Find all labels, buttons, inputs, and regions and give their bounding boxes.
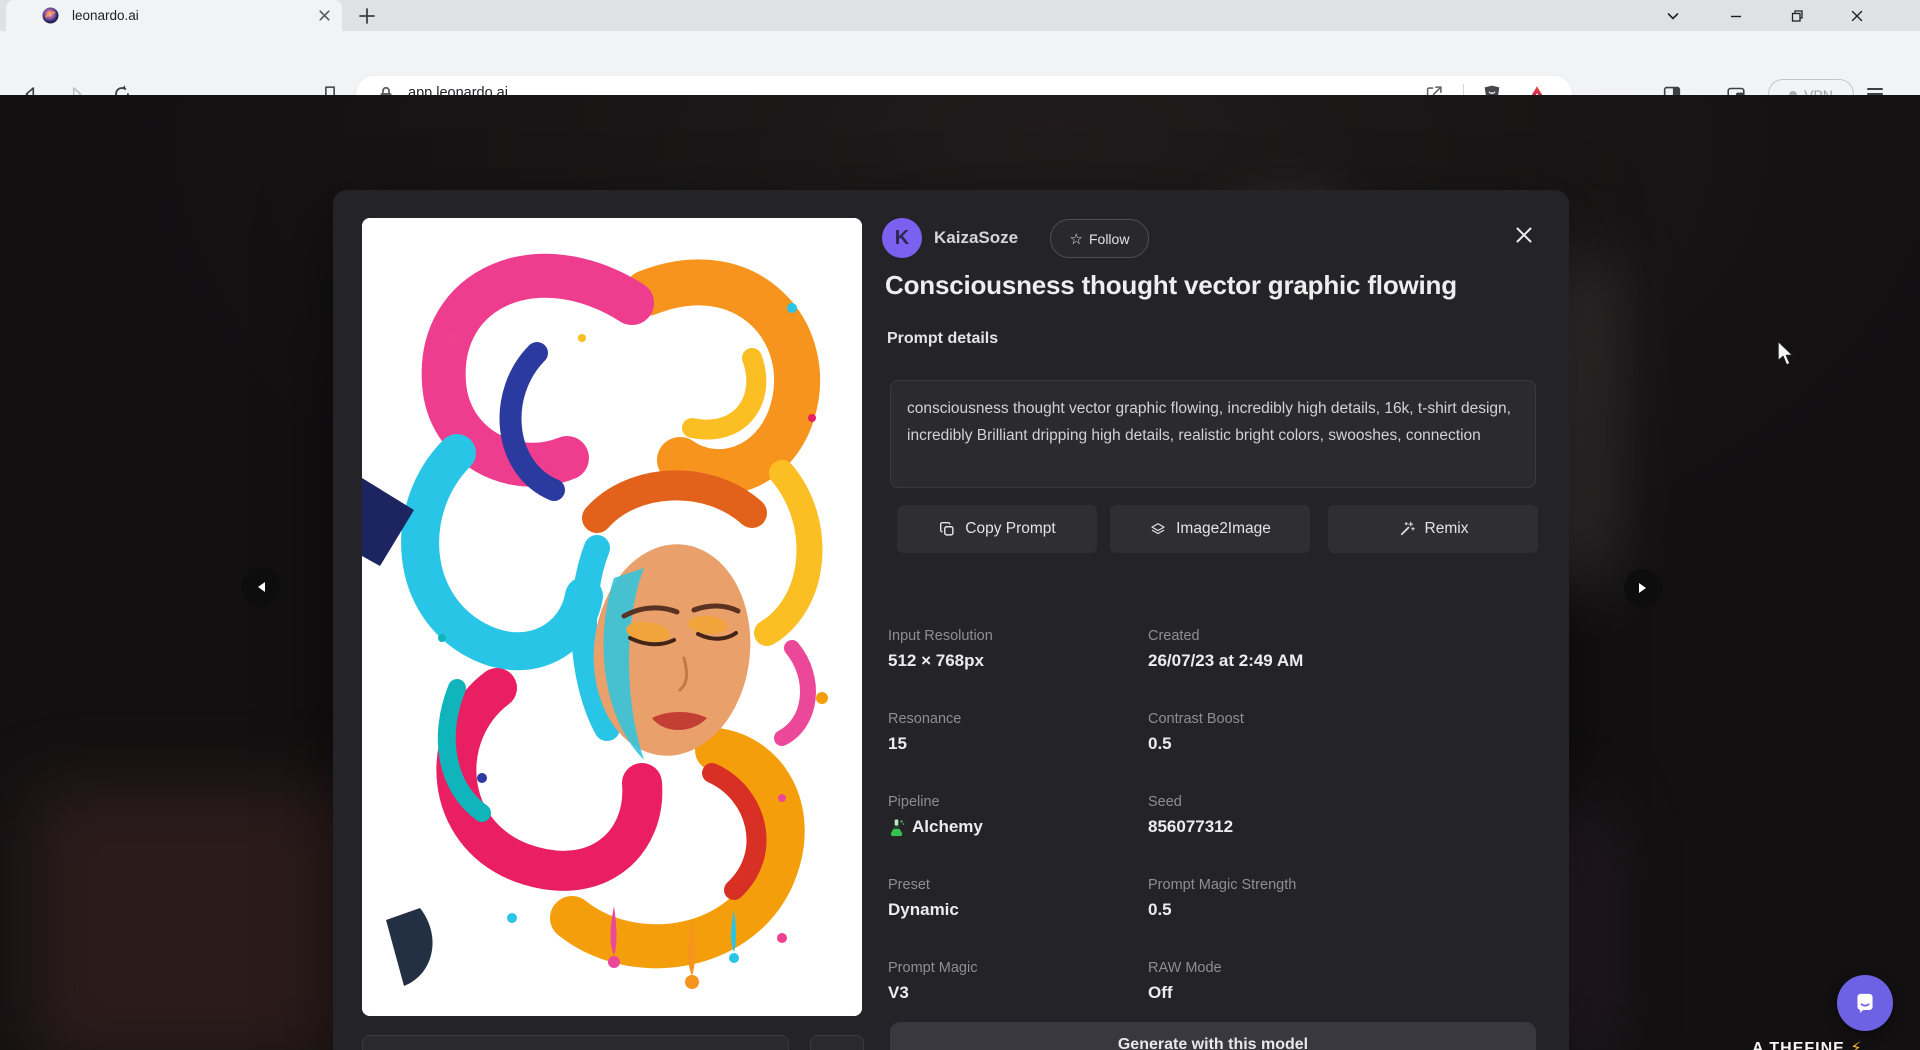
chevron-down-icon	[1665, 8, 1681, 24]
generation-detail-modal: K KaizaSoze ☆ Follow Consciousness thoug…	[333, 190, 1569, 1050]
alchemy-flask-icon	[888, 818, 905, 837]
screen: leonardo.ai	[0, 0, 1920, 1050]
detail-contrast-boost: Contrast Boost 0.5	[1148, 711, 1538, 762]
pipeline-value: Alchemy	[912, 817, 983, 837]
favicon-leonardo-icon	[42, 7, 59, 24]
prompt-text-box[interactable]: consciousness thought vector graphic flo…	[890, 380, 1536, 488]
detail-prompt-magic: Prompt Magic V3	[888, 960, 1148, 1011]
detail-resonance: Resonance 15	[888, 711, 1148, 762]
image2image-button[interactable]: Image2Image	[1110, 505, 1310, 553]
follow-label: Follow	[1089, 231, 1129, 247]
image-prompt-strip[interactable]	[362, 1035, 789, 1050]
layers-icon	[1149, 520, 1167, 538]
star-icon: ☆	[1070, 230, 1083, 248]
magic-wand-icon	[1398, 520, 1416, 538]
detail-input-resolution: Input Resolution 512 × 768px	[888, 628, 1148, 679]
prev-image-button[interactable]	[241, 567, 281, 607]
remix-label: Remix	[1425, 520, 1469, 538]
arrow-left-icon	[256, 581, 266, 593]
image2image-label: Image2Image	[1176, 520, 1271, 538]
generate-with-model-button[interactable]: Generate with this model	[890, 1022, 1536, 1050]
tab-close-icon[interactable]	[316, 7, 333, 24]
restore-icon	[1789, 8, 1805, 24]
next-image-button[interactable]	[1624, 569, 1662, 607]
generation-details-grid: Input Resolution 512 × 768px Created 26/…	[888, 628, 1538, 1011]
generation-title: Consciousness thought vector graphic flo…	[885, 270, 1545, 301]
new-tab-button[interactable]	[356, 5, 378, 27]
video-watermark: A THEFINE ⚡	[1752, 1038, 1863, 1050]
window-close-button[interactable]	[1842, 4, 1872, 28]
avatar-initial: K	[895, 227, 909, 250]
prompt-details-heading: Prompt details	[887, 330, 998, 348]
arrow-right-icon	[1638, 582, 1648, 594]
modal-close-button[interactable]	[1511, 222, 1537, 248]
lightning-icon: ⚡	[1850, 1040, 1862, 1050]
mouse-cursor	[1776, 340, 1798, 368]
close-icon	[1514, 225, 1534, 245]
tab-search-button[interactable]	[1658, 4, 1688, 28]
follow-button[interactable]: ☆ Follow	[1050, 219, 1149, 258]
window-restore-button[interactable]	[1782, 4, 1812, 28]
window-minimize-button[interactable]	[1721, 4, 1751, 28]
detail-created: Created 26/07/23 at 2:49 AM	[1148, 628, 1538, 679]
tab-title: leonardo.ai	[72, 8, 139, 23]
copy-prompt-label: Copy Prompt	[965, 520, 1055, 538]
detail-raw-mode: RAW Mode Off	[1148, 960, 1538, 1011]
detail-pipeline: Pipeline Alchemy	[888, 794, 1148, 845]
generate-label: Generate with this model	[1118, 1036, 1308, 1050]
detail-preset: Preset Dynamic	[888, 877, 1148, 928]
artwork-colorful-portrait	[362, 218, 862, 1016]
avatar[interactable]: K	[882, 218, 922, 258]
detail-prompt-magic-strength: Prompt Magic Strength 0.5	[1148, 877, 1538, 928]
image-tool-button[interactable]	[810, 1035, 864, 1050]
detail-seed: Seed 856077312	[1148, 794, 1538, 845]
remix-button[interactable]: Remix	[1328, 505, 1538, 553]
chat-bubble-icon	[1851, 989, 1879, 1017]
browser-toolbar: app.leonardo.ai	[0, 31, 1920, 96]
tab-strip: leonardo.ai	[0, 0, 1920, 31]
close-icon	[1849, 8, 1865, 24]
browser-tab[interactable]: leonardo.ai	[6, 0, 342, 31]
author-name[interactable]: KaizaSoze	[934, 228, 1018, 248]
copy-icon	[938, 520, 956, 538]
chat-support-button[interactable]	[1837, 975, 1893, 1031]
minimize-icon	[1728, 8, 1744, 24]
generated-image[interactable]	[362, 218, 862, 1016]
copy-prompt-button[interactable]: Copy Prompt	[897, 505, 1097, 553]
